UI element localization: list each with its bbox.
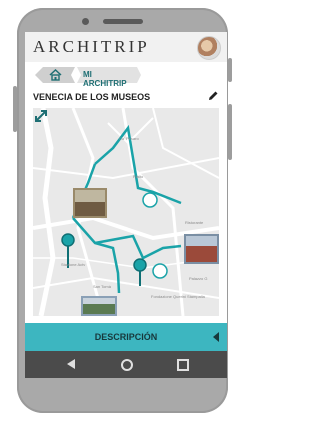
phone-volume-button (228, 104, 232, 160)
user-avatar[interactable] (197, 36, 221, 60)
map-label-6: Fondazione Querini Stampalia (151, 294, 205, 299)
app-screen: ARCHITRIP MI ARCHITRIP VENECIA DE LOS MU… (25, 32, 227, 378)
earpiece-speaker (103, 19, 143, 24)
app-header: ARCHITRIP (25, 32, 227, 62)
description-panel-toggle[interactable]: DESCRIPCIÓN (25, 323, 227, 351)
photo-thumb-2[interactable] (184, 234, 219, 264)
description-label: DESCRIPCIÓN (94, 332, 158, 342)
back-icon[interactable] (67, 359, 75, 369)
photo-thumb-3[interactable] (81, 296, 117, 316)
android-nav-bar (25, 351, 227, 378)
pencil-icon[interactable] (207, 90, 219, 102)
map-label-3: San Tomà (93, 284, 111, 289)
route-map[interactable]: Ca' Pesaro Stazione Actv San Tomà Ristor… (33, 108, 219, 316)
recent-apps-icon[interactable] (177, 359, 189, 371)
front-camera (82, 18, 89, 25)
home-icon (49, 69, 62, 81)
map-label-4: Ristorante (185, 220, 204, 225)
page-title: VENECIA DE LOS MUSEOS (33, 92, 151, 102)
map-label-5: Palazzo G (189, 276, 208, 281)
map-label-2: Stazione Actv (61, 262, 86, 267)
app-logo[interactable]: ARCHITRIP (33, 37, 150, 57)
phone-power-button (228, 58, 232, 82)
caret-left-icon (213, 332, 219, 342)
breadcrumb-current-label: MI ARCHITRIP (83, 70, 127, 88)
map-label-7: Rialto (133, 174, 144, 179)
breadcrumb-home[interactable] (35, 67, 75, 83)
expand-icon[interactable] (33, 108, 49, 124)
home-circle-icon[interactable] (121, 359, 133, 371)
photo-thumb-1[interactable] (73, 188, 107, 218)
map-label-1: Ca' Pesaro (119, 136, 139, 141)
